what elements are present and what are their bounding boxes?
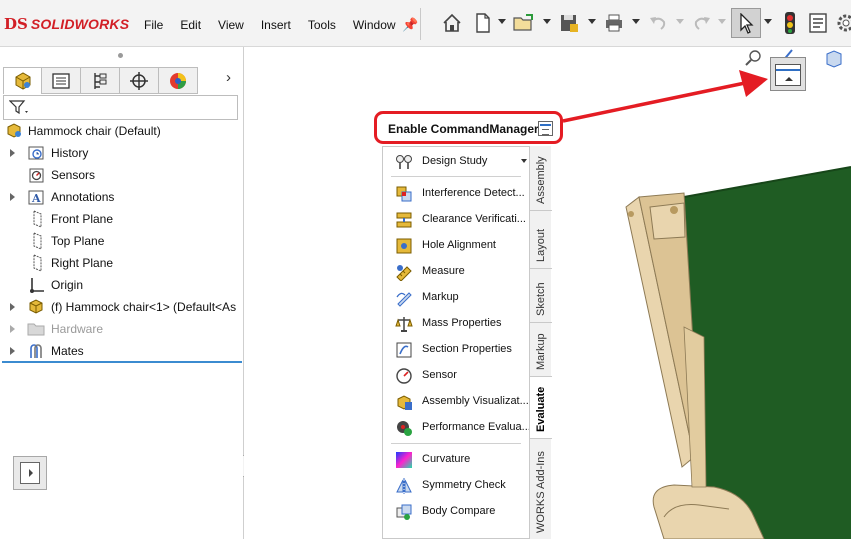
section-properties-icon bbox=[396, 342, 412, 358]
commandmanager-popup: Enable CommandManager Design Study Inter… bbox=[374, 111, 563, 539]
interference-icon bbox=[396, 186, 412, 202]
cmd-label: Assembly Visualizat... bbox=[422, 395, 529, 407]
separator bbox=[391, 443, 521, 444]
cmd-label: Section Properties bbox=[422, 343, 512, 355]
hole-alignment-icon bbox=[396, 238, 412, 254]
cmd-clearance-verification[interactable]: Clearance Verificati... bbox=[393, 209, 533, 231]
assembly-visualization-icon bbox=[397, 395, 412, 410]
cmd-curvature[interactable]: Curvature bbox=[393, 449, 533, 471]
cm-tab-sketch[interactable]: Sketch bbox=[530, 269, 552, 323]
enable-commandmanager-label: Enable CommandManager bbox=[388, 122, 539, 136]
cmd-label: Measure bbox=[422, 265, 465, 277]
commandmanager-tabs: Assembly Layout Sketch Markup Evaluate W… bbox=[529, 146, 552, 539]
cmd-markup[interactable]: Markup bbox=[393, 287, 533, 309]
cmd-label: Mass Properties bbox=[422, 317, 502, 329]
cm-tab-label: Assembly bbox=[535, 156, 547, 204]
commandmanager-commands: Design Study Interference Detect... Clea… bbox=[382, 146, 533, 539]
cmd-sensor[interactable]: Sensor bbox=[393, 365, 533, 387]
markup-icon bbox=[396, 292, 412, 307]
body-compare-icon bbox=[396, 504, 412, 520]
curvature-icon bbox=[396, 452, 412, 468]
cm-tab-label: Layout bbox=[535, 228, 547, 262]
cm-tab-layout[interactable]: Layout bbox=[530, 211, 552, 269]
cmd-label: Curvature bbox=[422, 453, 471, 465]
cm-tab-label: WORKS Add-Ins bbox=[535, 451, 547, 533]
sensor-icon bbox=[396, 368, 412, 384]
cmd-section-properties[interactable]: Section Properties bbox=[393, 339, 533, 361]
symmetry-icon bbox=[396, 478, 412, 494]
clearance-icon bbox=[396, 212, 412, 228]
cm-tab-label: Evaluate bbox=[535, 386, 547, 432]
cm-tab-markup[interactable]: Markup bbox=[530, 323, 552, 377]
cmd-symmetry-check[interactable]: Symmetry Check bbox=[393, 475, 533, 497]
cmd-interference-detection[interactable]: Interference Detect... bbox=[393, 183, 533, 205]
cmd-label: Symmetry Check bbox=[422, 479, 506, 491]
cm-tab-addins[interactable]: WORKS Add-Ins bbox=[530, 439, 552, 539]
cm-tab-label: Markup bbox=[535, 333, 547, 370]
cmd-label: Clearance Verificati... bbox=[422, 213, 526, 225]
design-study-icon bbox=[396, 155, 412, 169]
cmd-mass-properties[interactable]: Mass Properties bbox=[393, 313, 533, 335]
design-study-dropdown-arrow[interactable] bbox=[521, 159, 527, 163]
cmd-measure[interactable]: Measure bbox=[393, 261, 533, 283]
cmd-design-study[interactable]: Design Study bbox=[393, 151, 533, 173]
cm-tab-evaluate[interactable]: Evaluate bbox=[530, 377, 552, 439]
cmd-assembly-visualization[interactable]: Assembly Visualizat... bbox=[393, 391, 533, 413]
separator bbox=[391, 176, 521, 177]
cm-tab-label: Sketch bbox=[535, 282, 547, 316]
mass-properties-icon bbox=[395, 317, 413, 332]
cm-tab-assembly[interactable]: Assembly bbox=[530, 146, 552, 211]
commandmanager-icon bbox=[538, 121, 553, 136]
commandmanager-header[interactable]: Enable CommandManager bbox=[374, 111, 563, 144]
performance-icon bbox=[397, 421, 412, 436]
cmd-label: Markup bbox=[422, 291, 459, 303]
cmd-performance-evaluation[interactable]: Performance Evalua... bbox=[393, 417, 533, 439]
cmd-label: Hole Alignment bbox=[422, 239, 496, 251]
cmd-label: Design Study bbox=[422, 155, 488, 167]
cmd-hole-alignment[interactable]: Hole Alignment bbox=[393, 235, 533, 257]
measure-icon bbox=[396, 265, 412, 281]
cmd-body-compare[interactable]: Body Compare bbox=[393, 501, 533, 523]
cmd-label: Sensor bbox=[422, 369, 457, 381]
cmd-label: Interference Detect... bbox=[422, 187, 525, 199]
cmd-label: Performance Evalua... bbox=[422, 421, 531, 433]
cmd-label: Body Compare bbox=[422, 505, 496, 517]
